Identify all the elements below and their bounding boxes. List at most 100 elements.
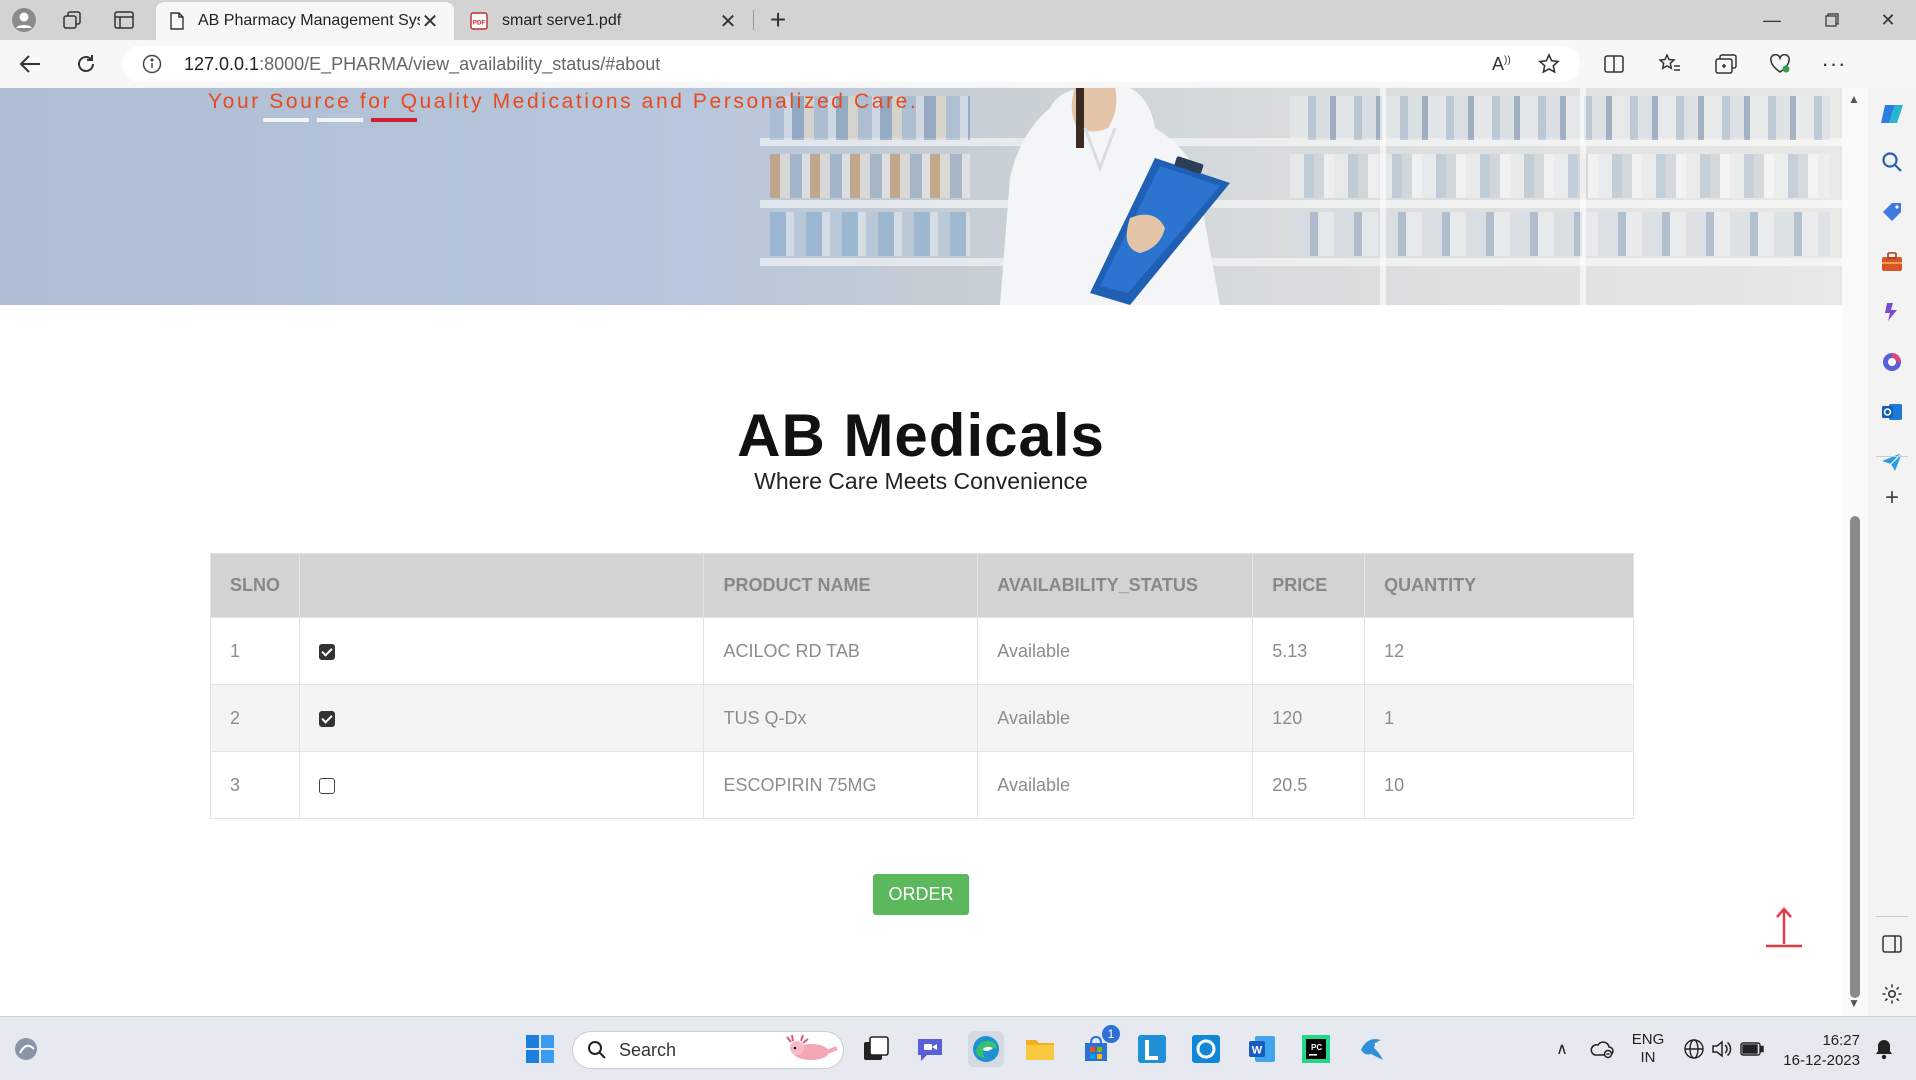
cell-quantity: 12 bbox=[1364, 617, 1634, 685]
favorites-icon[interactable] bbox=[1652, 48, 1688, 80]
store-notification-badge: 1 bbox=[1102, 1025, 1120, 1043]
page-scrollbar[interactable]: ▲ ▼ bbox=[1842, 88, 1868, 1016]
row-checkbox[interactable] bbox=[319, 777, 336, 794]
refresh-icon[interactable] bbox=[68, 48, 104, 80]
shopping-tag-icon[interactable] bbox=[1878, 198, 1906, 226]
favorite-star-icon[interactable] bbox=[1538, 53, 1560, 75]
copilot-icon[interactable] bbox=[1878, 100, 1906, 128]
cell-price: 5.13 bbox=[1252, 617, 1366, 685]
order-button[interactable]: ORDER bbox=[873, 874, 969, 915]
pharmacist-image bbox=[1000, 88, 1230, 305]
profile-icon[interactable] bbox=[6, 4, 42, 36]
browser-tab-strip: AB Pharmacy Management System ✕ PDF smar… bbox=[0, 0, 1916, 40]
cell-status: Available bbox=[977, 751, 1254, 819]
address-bar[interactable]: 127.0.0.1:8000/E_PHARMA/view_availabilit… bbox=[122, 46, 1580, 82]
notification-bell-icon[interactable] bbox=[1866, 1031, 1902, 1067]
address-url: 127.0.0.1:8000/E_PHARMA/view_availabilit… bbox=[184, 53, 661, 74]
system-clock[interactable]: 16:27 16-12-2023 bbox=[1780, 1031, 1860, 1071]
cell-select bbox=[299, 617, 705, 685]
cell-status: Available bbox=[977, 617, 1254, 685]
minimize-icon[interactable]: — bbox=[1742, 0, 1802, 40]
cell-quantity: 1 bbox=[1364, 684, 1634, 752]
table-row: 1 ACILOC RD TAB Available 5.13 12 bbox=[209, 617, 1634, 685]
microsoft-store-icon[interactable]: 1 bbox=[1078, 1025, 1120, 1067]
microsoft-365-icon[interactable] bbox=[1878, 348, 1906, 376]
add-sidebar-app-icon[interactable]: + bbox=[1878, 484, 1906, 512]
pycharm-icon[interactable]: PC bbox=[1298, 1031, 1334, 1067]
split-screen-icon[interactable] bbox=[1596, 48, 1632, 80]
weather-widget-icon[interactable] bbox=[8, 1031, 44, 1067]
tab-smart-serve-pdf[interactable]: PDF smart serve1.pdf ✕ bbox=[456, 2, 752, 40]
tab-actions-icon[interactable] bbox=[106, 4, 142, 36]
taskbar-search-box[interactable]: Search bbox=[572, 1031, 844, 1069]
svg-text:PC: PC bbox=[1311, 1043, 1322, 1052]
web-page: Your Source for Quality Medications and … bbox=[0, 88, 1842, 1016]
header-quantity: QUANTITY bbox=[1364, 553, 1634, 618]
hide-sidebar-icon[interactable] bbox=[1878, 930, 1906, 958]
send-drop-icon[interactable] bbox=[1878, 448, 1906, 476]
battery-icon[interactable] bbox=[1734, 1031, 1770, 1067]
close-tab-icon[interactable]: ✕ bbox=[420, 9, 440, 34]
header-product-name: PRODUCT NAME bbox=[703, 553, 979, 618]
table-row: 3 ESCOPIRIN 75MG Available 20.5 10 bbox=[209, 751, 1634, 819]
workspaces-icon[interactable] bbox=[54, 4, 90, 36]
page-icon bbox=[170, 12, 184, 30]
language-indicator[interactable]: ENG IN bbox=[1626, 1031, 1670, 1067]
file-explorer-icon[interactable] bbox=[1022, 1031, 1058, 1067]
sidebar-settings-gear-icon[interactable] bbox=[1878, 980, 1906, 1008]
slider-indicator-1[interactable] bbox=[263, 118, 309, 122]
brand-title: AB Medicals bbox=[737, 402, 1105, 469]
cell-select bbox=[299, 751, 705, 819]
read-aloud-icon[interactable]: A)) bbox=[1492, 54, 1511, 75]
taskbar-search-label: Search bbox=[619, 1039, 677, 1060]
brand-subtitle: Where Care Meets Convenience bbox=[754, 468, 1088, 494]
outlook-icon[interactable] bbox=[1878, 398, 1906, 426]
onedrive-sync-icon[interactable] bbox=[1584, 1031, 1620, 1067]
slider-indicator-2[interactable] bbox=[317, 118, 363, 122]
teams-chat-icon[interactable] bbox=[912, 1031, 948, 1067]
scroll-to-top-arrow-icon[interactable] bbox=[1764, 906, 1804, 948]
svg-text:W: W bbox=[1252, 1045, 1263, 1057]
restore-icon[interactable] bbox=[1802, 0, 1862, 40]
row-checkbox[interactable] bbox=[319, 710, 336, 727]
scroll-up-arrow-icon[interactable]: ▲ bbox=[1848, 92, 1860, 106]
scrollbar-thumb[interactable] bbox=[1850, 516, 1860, 998]
windows-start-icon[interactable] bbox=[522, 1031, 558, 1067]
new-tab-button[interactable]: + bbox=[760, 4, 796, 36]
cell-product: TUS Q-Dx bbox=[703, 684, 979, 752]
cortana-circle-icon[interactable] bbox=[1188, 1031, 1224, 1067]
close-tab-icon[interactable]: ✕ bbox=[718, 9, 738, 34]
slider-indicator-3-active[interactable] bbox=[371, 118, 417, 122]
hero-tagline: Your Source for Quality Medications and … bbox=[208, 90, 919, 113]
table-row: 2 TUS Q-Dx Available 120 1 bbox=[209, 684, 1634, 752]
tools-briefcase-icon[interactable] bbox=[1878, 248, 1906, 276]
collections-icon[interactable] bbox=[1708, 48, 1744, 80]
cell-slno: 3 bbox=[209, 751, 301, 819]
more-options-icon[interactable]: ··· bbox=[1816, 48, 1852, 80]
word-icon[interactable]: W bbox=[1244, 1031, 1280, 1067]
browser-essentials-icon[interactable] bbox=[1762, 48, 1798, 80]
scroll-down-arrow-icon[interactable]: ▼ bbox=[1848, 996, 1860, 1010]
tab-ab-pharmacy[interactable]: AB Pharmacy Management System ✕ bbox=[156, 2, 454, 40]
show-hidden-icons-chevron-icon[interactable]: ∧ bbox=[1544, 1031, 1580, 1067]
browser-toolbar: 127.0.0.1:8000/E_PHARMA/view_availabilit… bbox=[0, 40, 1916, 88]
row-checkbox[interactable] bbox=[319, 643, 336, 660]
pdf-icon: PDF bbox=[470, 12, 488, 30]
clock-date: 16-12-2023 bbox=[1783, 1052, 1860, 1069]
edge-browser-taskbar-icon[interactable] bbox=[968, 1031, 1004, 1067]
search-icon[interactable] bbox=[1878, 148, 1906, 176]
cell-product: ESCOPIRIN 75MG bbox=[703, 751, 979, 819]
task-view-icon[interactable] bbox=[858, 1031, 894, 1067]
site-info-icon[interactable] bbox=[142, 54, 162, 74]
l-app-icon[interactable] bbox=[1134, 1031, 1170, 1067]
search-highlight-axolotl-icon bbox=[786, 1034, 838, 1060]
back-arrow-icon[interactable] bbox=[12, 48, 48, 80]
cell-price: 120 bbox=[1252, 684, 1366, 752]
cell-price: 20.5 bbox=[1252, 751, 1366, 819]
header-availability-status: AVAILABILITY_STATUS bbox=[977, 553, 1254, 618]
availability-table: SLNO PRODUCT NAME AVAILABILITY_STATUS PR… bbox=[209, 553, 1634, 819]
games-icon[interactable] bbox=[1878, 298, 1906, 326]
cell-select bbox=[299, 684, 705, 752]
dolphin-app-icon[interactable] bbox=[1354, 1031, 1390, 1067]
close-window-icon[interactable]: ✕ bbox=[1858, 0, 1916, 40]
